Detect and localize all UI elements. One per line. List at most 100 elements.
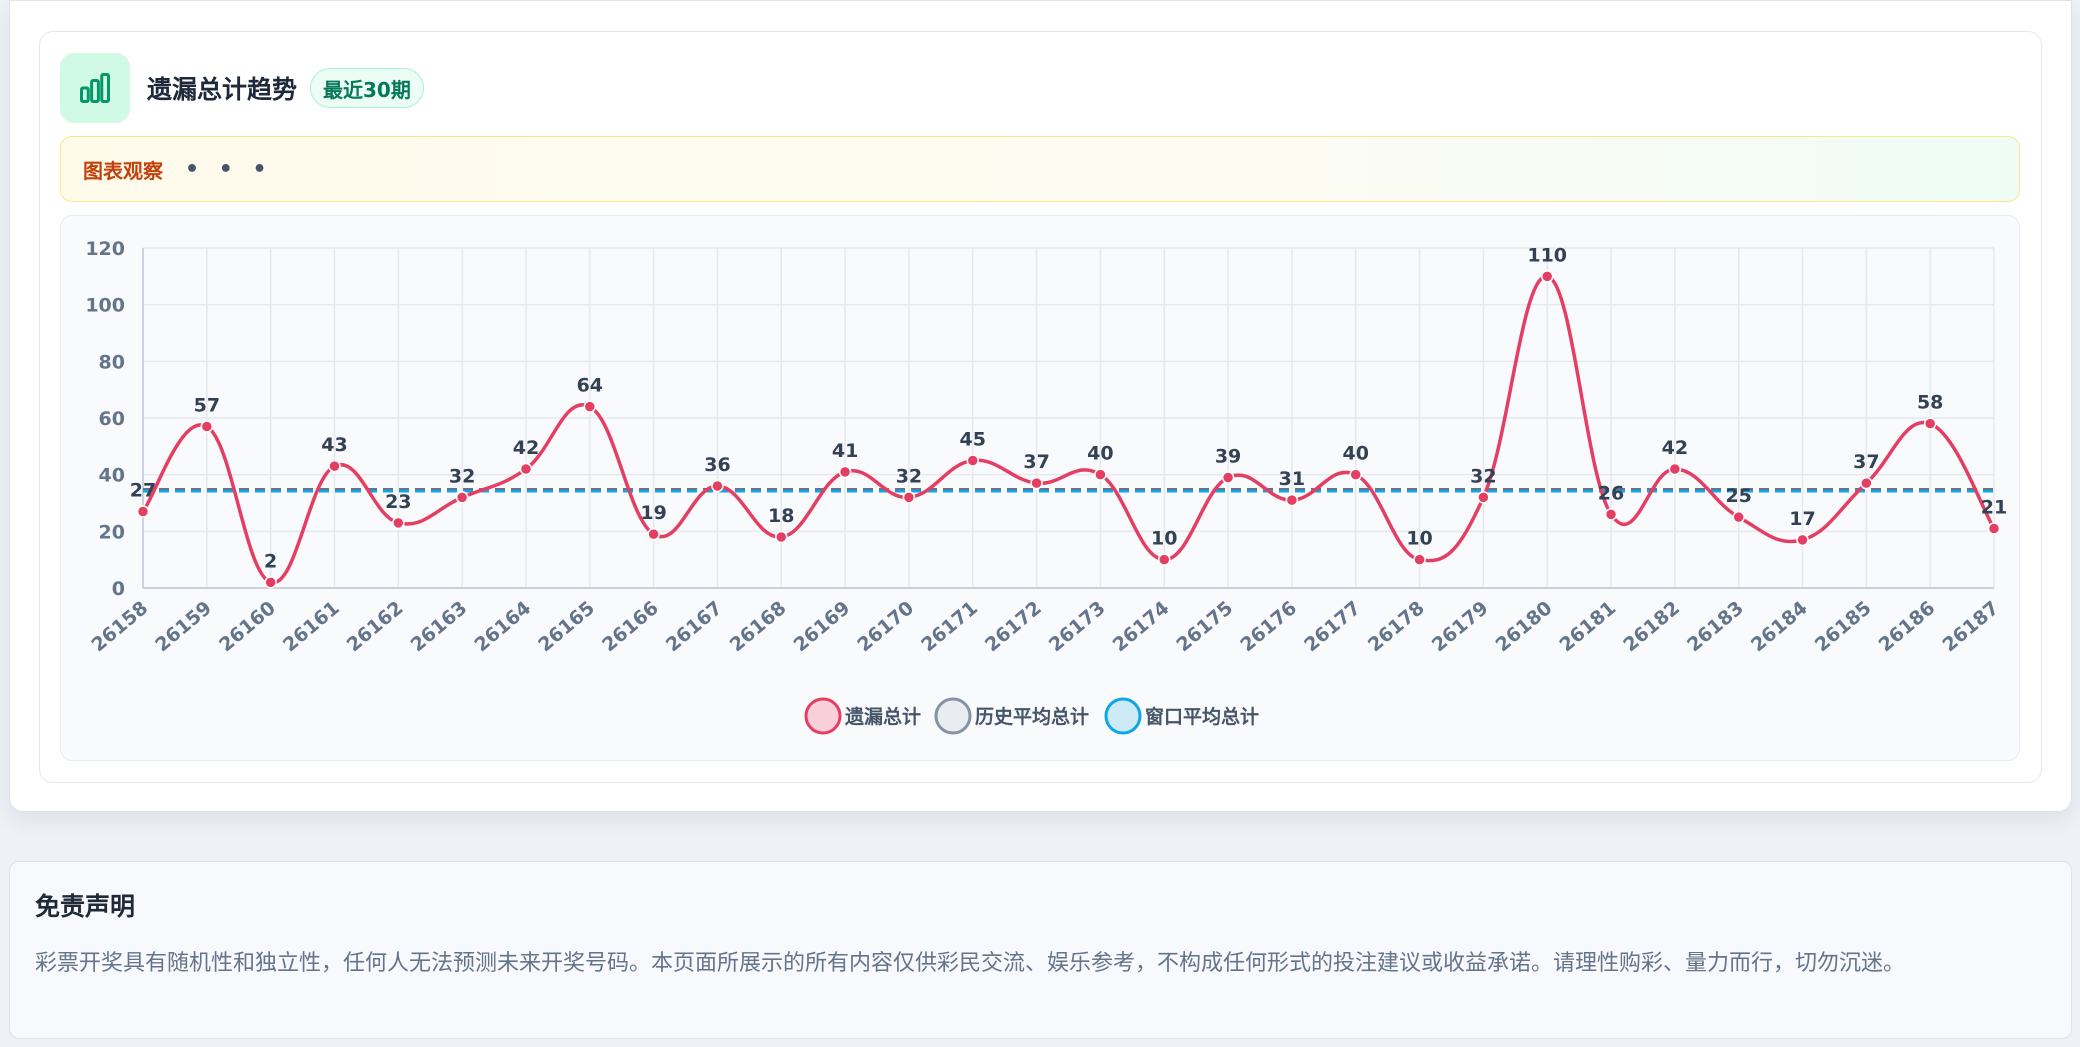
x-tick-label: 26181 (1555, 597, 1620, 656)
data-label: 32 (449, 465, 475, 487)
x-tick-label: 26184 (1747, 597, 1812, 656)
legend-miss-total-swatch[interactable] (804, 697, 842, 735)
x-tick-label: 26186 (1875, 597, 1940, 656)
data-label: 2 (264, 550, 277, 572)
observation-label: 图表观察 (83, 158, 163, 183)
legend-window-average-label: 窗口平均总计 (1145, 705, 1259, 728)
data-label: 19 (640, 502, 666, 524)
x-tick-label: 26174 (1109, 597, 1174, 656)
data-label: 57 (194, 395, 220, 417)
data-point[interactable] (1732, 510, 1745, 524)
data-label: 42 (1662, 437, 1688, 459)
data-label: 27 (130, 480, 156, 502)
y-tick-label: 120 (85, 238, 125, 260)
data-point[interactable] (1796, 533, 1809, 547)
data-point[interactable] (1604, 508, 1618, 521)
data-label: 17 (1789, 508, 1815, 530)
data-label: 58 (1917, 392, 1943, 414)
data-point[interactable] (328, 459, 341, 473)
data-point[interactable] (200, 420, 214, 433)
legend-historical-average-label: 历史平均总计 (975, 705, 1089, 728)
legend-historical-average-swatch[interactable] (934, 697, 972, 735)
y-tick-label: 40 (99, 465, 125, 487)
x-tick-label: 26185 (1811, 597, 1876, 656)
x-tick-label: 26171 (917, 597, 982, 656)
data-point[interactable] (838, 465, 852, 479)
x-tick-label: 26172 (981, 597, 1046, 656)
data-point[interactable] (455, 491, 469, 504)
x-tick-label: 26177 (1300, 597, 1365, 656)
data-point[interactable] (519, 462, 533, 476)
data-point[interactable] (1094, 468, 1107, 481)
chart-card: 遗漏总计趋势 最近30期 图表观察 • • • 0 20 40 60 80 100 120 2… (39, 31, 2042, 783)
legend-window-average-swatch[interactable] (1104, 697, 1142, 735)
data-point[interactable] (1860, 476, 1873, 490)
data-point[interactable] (1157, 553, 1171, 566)
line-chart: 0 20 40 60 80 100 120 26158 26159 26160 26161 26162… (85, 238, 2007, 735)
card-header: 遗漏总计趋势 最近30期 (60, 53, 424, 123)
data-point[interactable] (392, 516, 405, 530)
x-tick-label: 26158 (87, 597, 152, 656)
data-point[interactable] (1221, 471, 1235, 484)
x-tick-label: 26160 (215, 597, 280, 656)
data-point[interactable] (775, 530, 788, 544)
period-badge[interactable]: 最近30期 (310, 68, 424, 108)
data-label: 10 (1406, 528, 1432, 550)
data-point[interactable] (966, 454, 980, 467)
data-point[interactable] (264, 576, 277, 589)
y-tick-label: 0 (112, 578, 125, 600)
data-point[interactable] (1987, 522, 2001, 535)
data-label: 18 (768, 505, 794, 527)
x-tick-label: 26169 (790, 597, 855, 656)
card-title: 遗漏总计趋势 (147, 75, 298, 104)
x-tick-label: 26175 (1172, 597, 1237, 656)
x-tick-label: 26180 (1492, 597, 1557, 656)
x-tick-label: 26187 (1938, 597, 2003, 656)
data-point[interactable] (1540, 270, 1554, 283)
data-label: 32 (1470, 465, 1496, 487)
data-label: 10 (1151, 528, 1177, 550)
data-point[interactable] (583, 400, 597, 413)
x-tick-label: 26179 (1428, 597, 1493, 656)
data-label: 39 (1215, 446, 1241, 468)
data-point[interactable] (647, 527, 660, 541)
data-point[interactable] (711, 479, 724, 493)
x-tick-label: 26166 (598, 597, 663, 656)
x-tick-label: 26176 (1236, 597, 1301, 656)
disclaimer-section: 免责声明 彩票开奖具有随机性和独立性，任何人无法预测未来开奖号码。本页面所展示的… (9, 861, 2072, 1039)
data-label: 32 (896, 465, 922, 487)
x-tick-label: 26183 (1683, 597, 1748, 656)
data-point[interactable] (1668, 462, 1682, 476)
data-point[interactable] (1413, 553, 1426, 566)
data-point[interactable] (1285, 493, 1299, 507)
data-point[interactable] (1349, 468, 1362, 481)
x-tick-label: 26182 (1619, 597, 1684, 656)
disclaimer-title: 免责声明 (35, 892, 136, 921)
data-point[interactable] (1030, 476, 1043, 490)
data-label: 40 (1087, 443, 1113, 465)
bar-chart-icon (60, 53, 130, 123)
y-tick-label: 80 (99, 351, 125, 373)
data-label: 42 (513, 437, 539, 459)
data-label: 40 (1342, 443, 1368, 465)
chart-panel: 0 20 40 60 80 100 120 26158 26159 26160 26161 26162… (60, 215, 2020, 761)
observation-bar: 图表观察 • • • (60, 136, 2020, 202)
x-tick-label: 26168 (726, 597, 791, 656)
data-label: 31 (1279, 468, 1305, 490)
data-point[interactable] (1923, 417, 1937, 430)
data-label: 36 (704, 454, 730, 476)
x-tick-label: 26159 (151, 597, 216, 656)
data-label: 23 (385, 491, 411, 513)
data-label: 64 (577, 375, 603, 397)
y-tick-label: 20 (99, 521, 125, 543)
x-tick-label: 26164 (470, 597, 535, 656)
x-tick-label: 26165 (534, 597, 599, 656)
data-point[interactable] (1477, 491, 1490, 504)
data-label: 41 (832, 440, 858, 462)
x-tick-label: 26173 (1045, 597, 1110, 656)
data-point[interactable] (902, 491, 916, 504)
data-point[interactable] (136, 505, 150, 518)
legend-miss-total-label: 遗漏总计 (844, 705, 921, 728)
data-label: 37 (1023, 451, 1049, 473)
y-tick-label: 100 (85, 295, 125, 317)
